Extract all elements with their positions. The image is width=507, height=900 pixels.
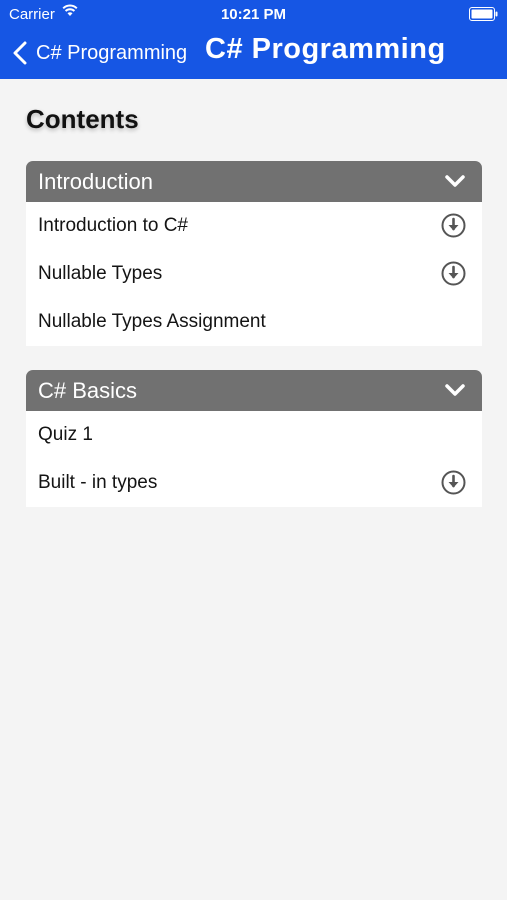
section-header[interactable]: Introduction: [26, 161, 482, 202]
list-item[interactable]: Quiz 1: [26, 411, 482, 459]
section-title: C# Basics: [38, 378, 138, 403]
back-button[interactable]: C# Programming: [12, 38, 187, 68]
back-label: C# Programming: [36, 41, 188, 64]
item-label: Nullable Types: [38, 263, 163, 284]
section-items: Quiz 1 Built - in types: [26, 411, 482, 507]
chevron-left-icon: [13, 41, 27, 65]
status-time: 10:21 PM: [220, 6, 287, 23]
navigation-bar: Carrier 10:21 PM C# Programming C# Progr…: [0, 0, 507, 79]
section-items: Introduction to C# Nullable Types Nullab…: [26, 202, 482, 346]
item-label: Introduction to C#: [38, 215, 188, 236]
section-title: Introduction: [38, 169, 153, 194]
section-csharp-basics: C# Basics Quiz 1 Built - in types: [26, 370, 482, 507]
chevron-down-icon[interactable]: [444, 174, 466, 188]
download-icon[interactable]: [441, 470, 466, 495]
list-item[interactable]: Nullable Types: [26, 250, 482, 298]
status-bar: Carrier 10:21 PM: [0, 0, 507, 28]
item-label: Built - in types: [38, 472, 158, 493]
section-introduction: Introduction Introduction to C# Nullable…: [26, 161, 482, 346]
item-label: Nullable Types Assignment: [38, 311, 266, 332]
battery-icon: [469, 7, 498, 21]
list-item[interactable]: Built - in types: [26, 459, 482, 507]
list-item[interactable]: Nullable Types Assignment: [26, 298, 482, 346]
item-label: Quiz 1: [38, 424, 93, 445]
contents-heading: Contents: [26, 104, 139, 134]
page-title: C# Programming: [205, 33, 446, 65]
nav-header: C# Programming C# Programming: [0, 28, 507, 79]
download-icon[interactable]: [441, 261, 466, 286]
section-header[interactable]: C# Basics: [26, 370, 482, 411]
chevron-down-icon[interactable]: [444, 383, 466, 397]
download-icon[interactable]: [441, 213, 466, 238]
list-item[interactable]: Introduction to C#: [26, 202, 482, 250]
